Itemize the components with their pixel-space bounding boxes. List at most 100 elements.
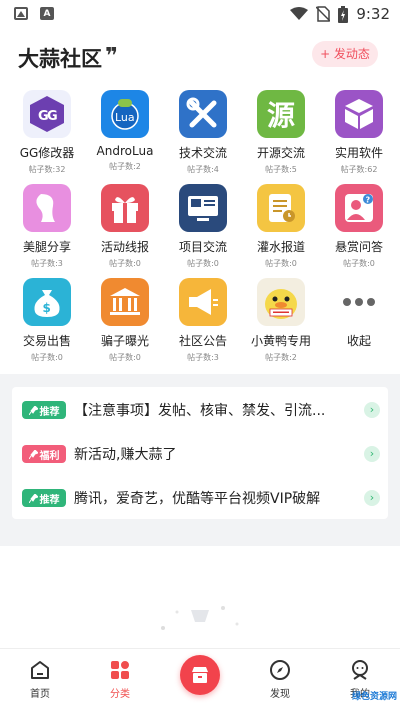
wifi-icon — [290, 7, 309, 20]
category-name: AndroLua — [96, 144, 154, 158]
category-name: 项目交流 — [178, 240, 227, 254]
category-post-count: 帖子数:5 — [265, 165, 297, 174]
announcement-list: 推荐 【注意事项】发帖、核审、禁发、引流... › 福利 新活动,赚大蒜了 › … — [12, 387, 388, 519]
category-post-count: 帖子数:2 — [265, 353, 297, 362]
chevron-right-icon: › — [364, 490, 380, 506]
category-post-count: 帖子数:3 — [187, 353, 219, 362]
bottom-tab-bar: 首页 分类 发现 我的 绿色资源网 — [0, 648, 400, 711]
tab-label: 分类 — [110, 689, 130, 700]
category-icon — [111, 661, 129, 679]
category-post-count: 帖子数:2 — [109, 162, 141, 171]
category-trade-sale[interactable]: $ 交易出售 帖子数:0 — [8, 278, 86, 366]
category-post-count: 帖子数:0 — [31, 353, 63, 362]
yellow-duck-icon — [257, 278, 305, 326]
category-name: GG修改器 — [19, 146, 75, 160]
tab-label: 发现 — [270, 689, 290, 700]
clock: 9:32 — [356, 5, 390, 23]
category-gg-modifier[interactable]: GG GG修改器 帖子数:32 — [8, 90, 86, 178]
category-yellow-duck[interactable]: 小黄鸭专用 帖子数:2 — [242, 278, 320, 366]
androlua-icon: Lua — [101, 90, 149, 138]
box-icon — [335, 90, 383, 138]
svg-text:$: $ — [43, 301, 51, 315]
gift-icon — [101, 184, 149, 232]
category-bounty-qa[interactable]: ? 悬赏问答 帖子数:0 — [320, 184, 398, 272]
a-notification-icon: A — [40, 7, 54, 20]
category-name: 收起 — [346, 334, 371, 348]
category-tech-exchange[interactable]: 技术交流 帖子数:4 — [164, 90, 242, 178]
category-name: 社区公告 — [178, 334, 227, 348]
category-chat-report[interactable]: 灌水报道 帖子数:0 — [242, 184, 320, 272]
category-activity-news[interactable]: 活动线报 帖子数:0 — [86, 184, 164, 272]
category-name: 美腿分享 — [22, 240, 71, 254]
announcement-text: 【注意事项】发帖、核审、禁发、引流... — [74, 403, 326, 419]
loading-decoration-icon — [161, 606, 239, 630]
recommend-tag: 推荐 — [22, 401, 66, 419]
shop-icon — [192, 667, 208, 683]
announcement-item[interactable]: 推荐 【注意事项】发帖、核审、禁发、引流... › — [12, 394, 388, 426]
status-bar: A 9:32 — [0, 0, 400, 28]
pin-icon — [28, 493, 38, 503]
category-androlua[interactable]: Lua AndroLua 帖子数:2 — [86, 90, 164, 178]
chevron-right-icon: › — [364, 446, 380, 462]
quote-icon: ❞ — [105, 44, 118, 69]
category-project-exchange[interactable]: 项目交流 帖子数:0 — [164, 184, 242, 272]
category-name: 技术交流 — [178, 146, 227, 160]
category-name: 骗子曝光 — [100, 334, 149, 348]
category-post-count: 帖子数:0 — [265, 259, 297, 268]
category-community-notice[interactable]: 社区公告 帖子数:3 — [164, 278, 242, 366]
category-post-count: 帖子数:0 — [343, 259, 375, 268]
announcement-item[interactable]: 福利 新活动,赚大蒜了 › — [12, 438, 388, 470]
tag-label: 推荐 — [39, 406, 60, 418]
category-post-count: 帖子数:4 — [187, 165, 219, 174]
category-panel: 大蒜社区 ❞ + 发动态 GG GG修改器 帖子数:32 Lua AndroLu… — [0, 28, 400, 374]
collapse-categories-button[interactable]: 收起 — [320, 278, 398, 366]
watermark: 绿色资源网 — [352, 692, 398, 702]
recommend-tag: 推荐 — [22, 489, 66, 507]
compass-icon — [270, 660, 290, 680]
announcement-item[interactable]: 推荐 腾讯，爱奇艺，优酷等平台视频VIP破解 › — [12, 482, 388, 514]
category-grid: GG GG修改器 帖子数:32 Lua AndroLua 帖子数:2 技术交流 … — [8, 90, 398, 366]
no-sim-icon — [316, 6, 331, 22]
category-name: 开源交流 — [256, 146, 305, 160]
svg-text:Lua: Lua — [115, 111, 135, 124]
tab-discover[interactable]: 发现 — [250, 659, 310, 700]
post-dynamic-button[interactable]: + 发动态 — [312, 41, 378, 67]
category-post-count: 帖子数:0 — [187, 259, 219, 268]
category-legs-share[interactable]: 美腿分享 帖子数:3 — [8, 184, 86, 272]
monitor-icon — [179, 184, 227, 232]
home-icon — [31, 661, 49, 679]
more-dots-icon — [335, 278, 383, 326]
gg-modifier-icon: GG — [23, 90, 71, 138]
category-name: 悬赏问答 — [334, 240, 383, 254]
pin-icon — [28, 449, 38, 459]
tools-icon — [179, 90, 227, 138]
svg-text:G: G — [47, 109, 58, 124]
category-scammer-expose[interactable]: 骗子曝光 帖子数:0 — [86, 278, 164, 366]
tab-category[interactable]: 分类 — [90, 659, 150, 700]
category-name: 实用软件 — [334, 146, 383, 160]
category-post-count: 帖子数:3 — [31, 259, 63, 268]
pin-icon — [28, 405, 38, 415]
tag-label: 推荐 — [39, 494, 60, 506]
notepad-icon — [257, 184, 305, 232]
image-notification-icon — [14, 7, 28, 20]
profile-icon — [352, 660, 368, 680]
category-post-count: 帖子数:32 — [28, 165, 66, 174]
megaphone-icon — [179, 278, 227, 326]
publish-center-button[interactable] — [180, 655, 220, 695]
page-title: 大蒜社区 — [18, 47, 102, 71]
announcement-text: 新活动,赚大蒜了 — [74, 447, 177, 463]
category-useful-software[interactable]: 实用软件 帖子数:62 — [320, 90, 398, 178]
legs-icon — [23, 184, 71, 232]
category-name: 小黄鸭专用 — [250, 334, 311, 348]
question-person-icon: ? — [335, 184, 383, 232]
category-open-source[interactable]: 源 开源交流 帖子数:5 — [242, 90, 320, 178]
tab-home[interactable]: 首页 — [10, 659, 70, 700]
announcement-text: 腾讯，爱奇艺，优酷等平台视频VIP破解 — [74, 491, 321, 507]
tab-label: 首页 — [30, 689, 50, 700]
category-name: 灌水报道 — [256, 240, 305, 254]
chevron-right-icon: › — [364, 402, 380, 418]
category-post-count: 帖子数:62 — [340, 165, 378, 174]
tag-label: 福利 — [39, 450, 60, 462]
category-post-count: 帖子数:0 — [109, 259, 141, 268]
